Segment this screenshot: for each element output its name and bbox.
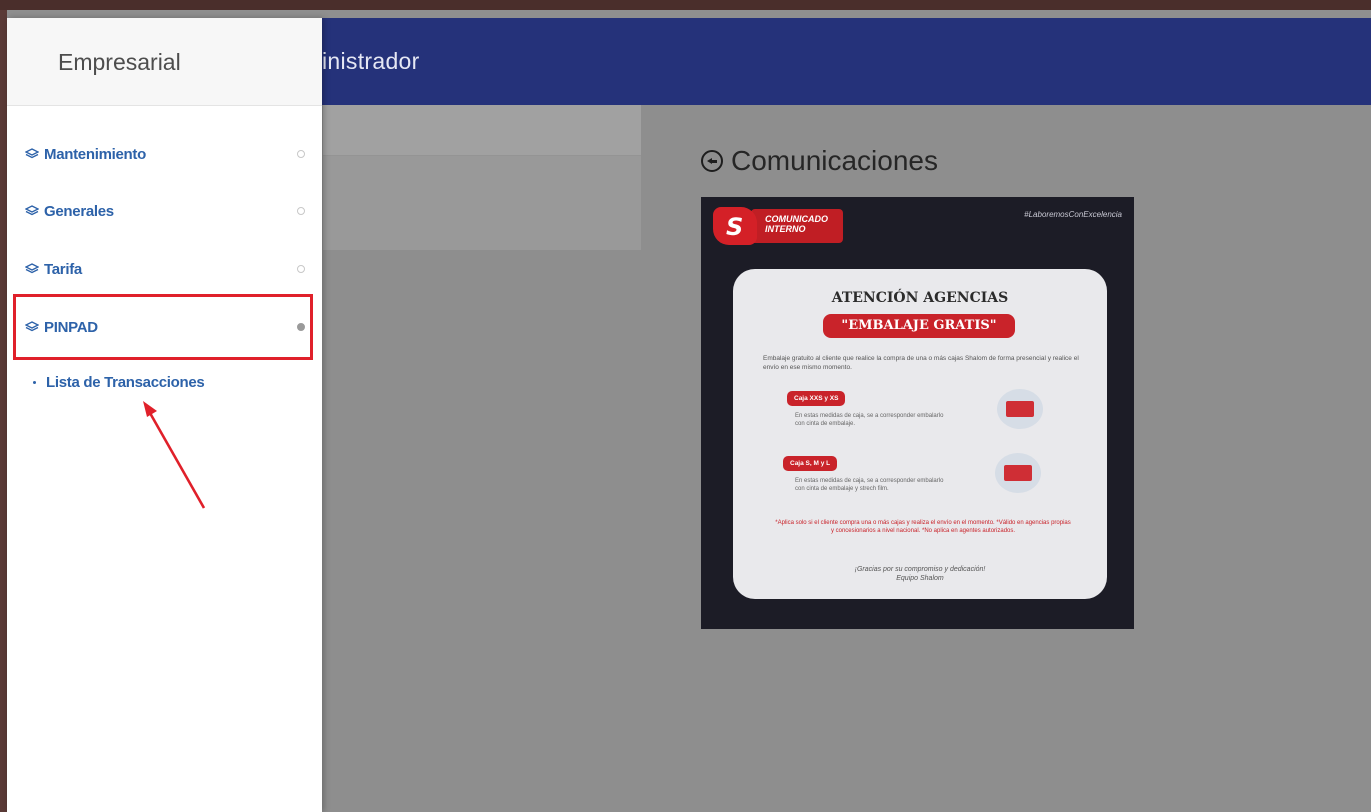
poster-logo: S (713, 207, 757, 245)
poster-desc-large: En estas medidas de caja, se a correspon… (795, 478, 944, 492)
poster-tag-small: Caja XXS y XS (787, 391, 846, 406)
box-image-icon (995, 453, 1041, 493)
poster-hashtag: #LaboremosConExcelencia (1024, 210, 1122, 219)
poster-card: ATENCIÓN AGENCIAS "EMBALAJE GRATIS" Emba… (733, 269, 1107, 599)
poster-banner: COMUNICADO INTERNO (751, 209, 843, 243)
poster-pill: "EMBALAJE GRATIS" (823, 314, 1015, 338)
poster-desc-small: En estas medidas de caja, se a correspon… (795, 413, 944, 427)
header-title: inistrador (322, 48, 420, 74)
poster-intro: Embalaje gratuito al cliente que realice… (763, 355, 1079, 371)
poster-thanks-line2: Equipo Shalom (896, 575, 944, 582)
card-row (323, 105, 641, 156)
sidebar-drawer: Empresarial Mantenimiento Generales Tari… (7, 18, 322, 812)
annotation-arrow-icon (143, 401, 206, 509)
poster-thanks-line1: ¡Gracias por su compromiso y dedicación! (854, 566, 986, 573)
poster-note: *Aplica solo si el cliente compra una o … (775, 520, 1071, 534)
poster-heading: ATENCIÓN AGENCIAS (831, 290, 1009, 306)
communication-poster: COMUNICADO INTERNO S #LaboremosConExcele… (701, 197, 1134, 629)
poster-banner-line1: COMUNICADO (765, 214, 828, 224)
content-card (323, 105, 641, 250)
circle-arrow-left-icon[interactable] (701, 150, 723, 172)
poster-banner-line2: INTERNO (765, 224, 806, 234)
poster-tag-large: Caja S, M y L (783, 456, 838, 471)
window-top-strip (0, 0, 1371, 10)
box-image-icon (997, 389, 1043, 429)
section-title-label: Comunicaciones (731, 145, 938, 176)
poster-logo-letter: S (726, 213, 744, 241)
section-title: Comunicaciones (701, 145, 938, 177)
poster-thanks: ¡Gracias por su compromiso y dedicación!… (733, 565, 1107, 583)
